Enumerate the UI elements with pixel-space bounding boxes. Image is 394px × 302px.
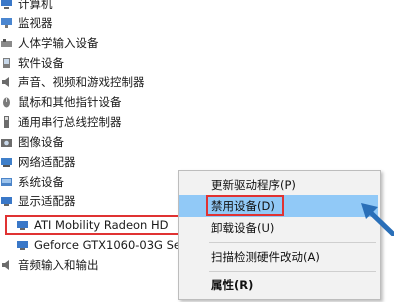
context-menu: 更新驱动程序(P) 禁用设备(D) 卸载设备(U) 扫描检测硬件改动(A) 属性… xyxy=(178,170,381,300)
menu-item-label: 属性(R) xyxy=(211,278,254,292)
tree-item-label: 软件设备 xyxy=(18,55,64,70)
menu-item-scan-hardware[interactable]: 扫描检测硬件改动(A) xyxy=(179,246,378,268)
tree-item-mice[interactable]: 鼠标和其他指针设备 xyxy=(0,92,122,111)
tree-item-label: 图像设备 xyxy=(18,134,64,149)
menu-separator xyxy=(209,242,376,243)
tree-item-system-devices[interactable]: 系统设备 xyxy=(0,172,64,191)
tree-item-label: 计算机 xyxy=(18,0,53,11)
camera-icon xyxy=(1,138,12,147)
display-adapter-icon xyxy=(1,196,12,206)
gpu-icon xyxy=(17,220,28,230)
tree-item-hid[interactable]: 人体学输入设备 xyxy=(0,33,99,52)
tree-item-display-adapters[interactable]: 显示适配器 xyxy=(0,191,76,210)
tree-item-label: 显示适配器 xyxy=(18,193,76,208)
tree-item-geforce-adapter[interactable]: Geforce GTX1060-03G Se xyxy=(16,235,181,254)
tree-item-label: 音频输入和输出 xyxy=(18,257,99,272)
hid-icon xyxy=(1,38,12,47)
audio-io-icon xyxy=(2,259,9,270)
tree-item-usb[interactable]: 通用串行总线控制器 xyxy=(0,112,122,131)
tree-item-label: 人体学输入设备 xyxy=(18,35,99,50)
usb-icon xyxy=(4,115,9,128)
pointer-arrow-icon xyxy=(361,203,394,236)
menu-item-update-driver[interactable]: 更新驱动程序(P) xyxy=(179,174,378,196)
menu-item-uninstall-device[interactable]: 卸载设备(U) xyxy=(179,217,378,239)
tree-item-software-devices[interactable]: 软件设备 xyxy=(0,53,64,72)
tree-item-label: 网络适配器 xyxy=(18,154,76,169)
tree-item-label: 声音、视频和游戏控制器 xyxy=(18,74,145,89)
menu-item-properties[interactable]: 属性(R) xyxy=(179,274,378,296)
menu-item-label: 卸载设备(U) xyxy=(211,221,275,235)
tree-item-label: ATI Mobility Radeon HD xyxy=(34,217,169,232)
system-device-icon xyxy=(1,177,12,186)
tree-item-label: Geforce GTX1060-03G Se xyxy=(34,237,181,252)
tree-item-computer[interactable]: 计算机 xyxy=(0,0,53,13)
tree-item-ati-adapter[interactable]: ATI Mobility Radeon HD xyxy=(16,215,169,234)
menu-item-label: 扫描检测硬件改动(A) xyxy=(211,250,320,264)
mouse-icon xyxy=(3,97,10,107)
tree-item-imaging[interactable]: 图像设备 xyxy=(0,132,64,151)
tree-item-audio-io[interactable]: 音频输入和输出 xyxy=(0,255,99,274)
tree-item-network[interactable]: 网络适配器 xyxy=(0,152,76,171)
tree-item-label: 监视器 xyxy=(18,15,53,30)
tree-item-monitors[interactable]: 监视器 xyxy=(0,13,53,32)
gpu-icon xyxy=(17,240,28,250)
speaker-icon xyxy=(2,76,9,87)
menu-item-label: 更新驱动程序(P) xyxy=(211,178,296,192)
computer-icon xyxy=(1,0,12,9)
menu-item-highlight-box xyxy=(206,195,284,216)
monitor-icon xyxy=(1,17,12,28)
software-device-icon xyxy=(3,57,10,68)
tree-item-label: 鼠标和其他指针设备 xyxy=(18,94,122,109)
menu-separator xyxy=(209,271,376,272)
tree-item-sound-video-game[interactable]: 声音、视频和游戏控制器 xyxy=(0,72,145,91)
tree-item-label: 系统设备 xyxy=(18,174,64,189)
tree-item-label: 通用串行总线控制器 xyxy=(18,114,122,129)
network-icon xyxy=(1,157,12,167)
